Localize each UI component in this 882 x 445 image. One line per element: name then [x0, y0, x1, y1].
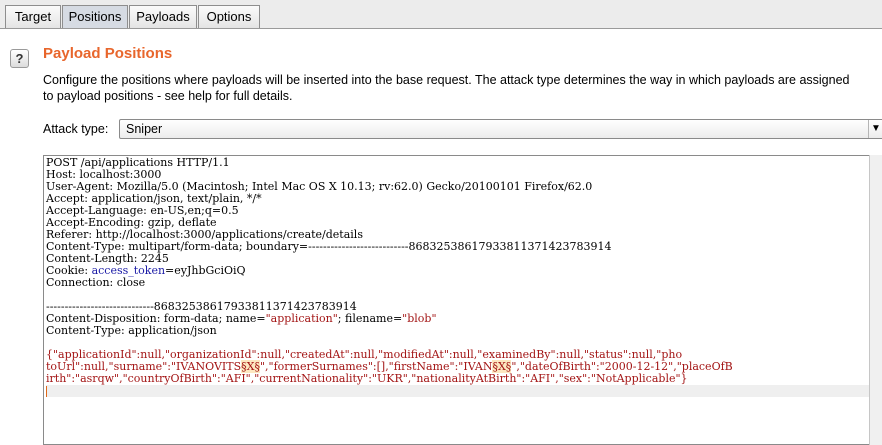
section-title: Payload Positions [43, 45, 173, 62]
request-editor[interactable]: POST /api/applications HTTP/1.1 Host: loc… [43, 155, 882, 445]
attack-type-label: Attack type: [43, 122, 109, 136]
tab-target[interactable]: Target [5, 5, 61, 28]
request-text[interactable]: POST /api/applications HTTP/1.1 Host: loc… [44, 156, 882, 397]
tab-positions[interactable]: Positions [62, 5, 128, 28]
help-icon[interactable]: ? [10, 49, 29, 68]
current-line[interactable] [46, 385, 882, 397]
attack-type-value: Sniper [126, 122, 163, 136]
description-line-2: to payload positions - see help for full… [43, 89, 293, 103]
text-caret [46, 385, 47, 397]
payload-positions-panel: ? Payload Positions Configure the positi… [0, 29, 882, 445]
chevron-down-icon[interactable]: ▼ [868, 120, 882, 138]
attack-type-select[interactable]: Sniper ▼ [119, 119, 882, 139]
request-line: Connection: close [46, 276, 146, 289]
tab-payloads[interactable]: Payloads [129, 5, 197, 28]
tab-options[interactable]: Options [198, 5, 260, 28]
editor-scrollbar[interactable] [869, 155, 882, 445]
request-line: Content-Type: multipart/form-data; bound… [46, 240, 612, 253]
cookie-value: =eyJhbGciOiQ [165, 264, 246, 277]
description-line-1: Configure the positions where payloads w… [43, 73, 850, 87]
request-line: POST /api/applications HTTP/1.1 [46, 156, 230, 169]
json-body-line: irth":"asrqw","countryOfBirth":"AFI","cu… [46, 372, 688, 385]
tab-bar: Target Positions Payloads Options [0, 0, 882, 29]
request-line: Content-Type: application/json [46, 324, 217, 337]
section-description: Configure the positions where payloads w… [43, 72, 882, 104]
cookie-line: Cookie: access_token=eyJhbGciOiQ [46, 265, 882, 277]
